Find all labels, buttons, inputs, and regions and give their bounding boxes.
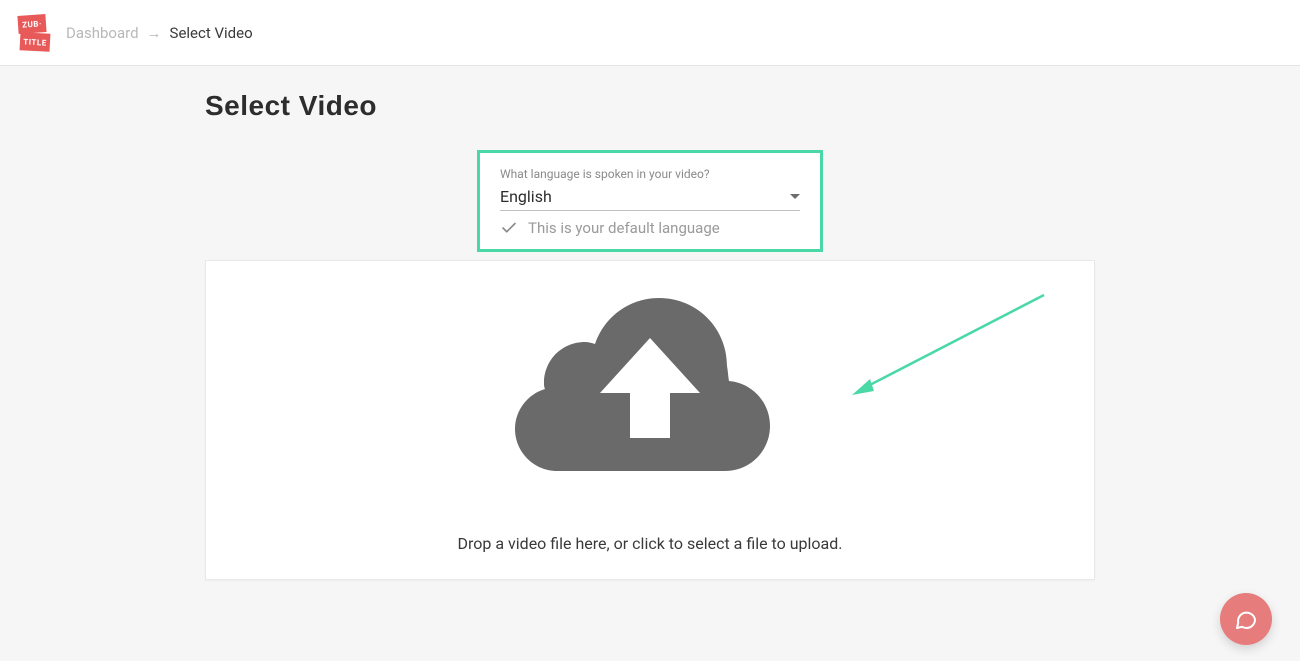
breadcrumb-dashboard-link[interactable]: Dashboard: [66, 24, 139, 42]
language-select[interactable]: English: [500, 187, 800, 211]
language-box: What language is spoken in your video? E…: [477, 150, 823, 252]
logo-bottom-text: TITLE: [20, 32, 51, 52]
language-label: What language is spoken in your video?: [500, 167, 800, 181]
cloud-upload-icon: [515, 288, 785, 478]
page-title: Select Video: [205, 90, 1095, 122]
language-box-wrapper: What language is spoken in your video? E…: [205, 150, 1095, 252]
breadcrumb-current: Select Video: [170, 24, 253, 42]
breadcrumb-separator: →: [147, 24, 162, 42]
check-icon: [500, 219, 518, 237]
page-content: Select Video What language is spoken in …: [185, 66, 1115, 580]
logo-top-text: ZUB·: [17, 14, 46, 34]
header: ZUB· TITLE Dashboard → Select Video: [0, 0, 1300, 66]
language-hint-row: This is your default language: [500, 219, 800, 237]
dropzone-text: Drop a video file here, or click to sele…: [458, 534, 843, 553]
help-fab-button[interactable]: [1220, 593, 1272, 645]
chat-icon: [1234, 607, 1258, 631]
annotation-arrow-icon: [844, 291, 1054, 401]
breadcrumb: Dashboard → Select Video: [66, 24, 253, 42]
language-hint-text: This is your default language: [528, 219, 720, 237]
logo[interactable]: ZUB· TITLE: [18, 15, 50, 51]
upload-dropzone[interactable]: Drop a video file here, or click to sele…: [205, 260, 1095, 580]
language-value: English: [500, 187, 552, 206]
chevron-down-icon: [790, 194, 800, 199]
